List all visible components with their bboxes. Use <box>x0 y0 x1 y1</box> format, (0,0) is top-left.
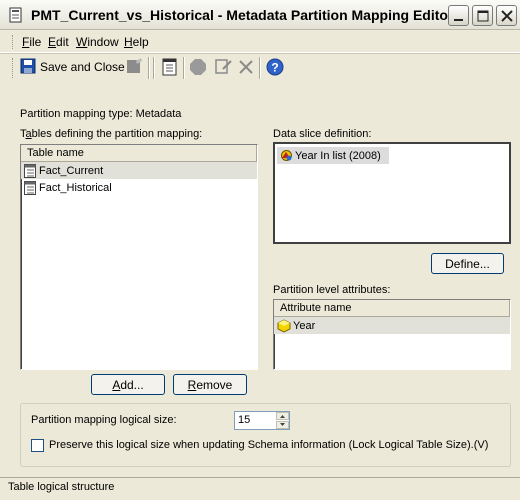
spinner-down-button[interactable] <box>276 421 289 429</box>
toolbar-separator <box>148 57 150 79</box>
minimize-button[interactable] <box>448 5 469 26</box>
table-icon <box>24 163 36 178</box>
logical-size-value[interactable]: 15 <box>238 414 250 426</box>
partition-mapping-type-label: Partition mapping type: Metadata <box>20 108 182 120</box>
maximize-button[interactable] <box>472 5 493 26</box>
list-item[interactable]: Fact_Current <box>21 162 257 179</box>
editor-window-icon <box>9 7 22 23</box>
maximize-icon <box>477 10 489 22</box>
properties-icon[interactable] <box>160 57 180 77</box>
tables-label: Tables defining the partition mapping: <box>20 128 203 140</box>
stop-icon[interactable] <box>188 57 208 77</box>
menu-grip[interactable] <box>12 35 15 49</box>
toolbar-separator <box>153 57 155 79</box>
menu-window[interactable]: Window <box>76 35 119 49</box>
preserve-size-checkbox[interactable] <box>31 439 44 452</box>
modify-icon[interactable] <box>214 57 234 77</box>
data-slice-label: Data slice definition: <box>273 128 372 140</box>
close-icon <box>501 10 513 22</box>
filter-icon <box>281 150 292 161</box>
define-button[interactable]: Define... <box>431 253 504 274</box>
edit-disabled-icon[interactable] <box>124 57 144 77</box>
attributes-label: Partition level attributes: <box>273 284 391 296</box>
remove-button[interactable]: Remove <box>173 374 247 395</box>
save-icon <box>20 58 36 74</box>
svg-text:?: ? <box>271 61 278 75</box>
preserve-size-label[interactable]: Preserve this logical size when updating… <box>49 439 488 451</box>
data-slice-box[interactable]: Year In list (2008) <box>273 142 511 244</box>
attribute-name-column-header[interactable]: Attribute name <box>274 300 510 317</box>
logical-size-label: Partition mapping logical size: <box>31 414 177 426</box>
chevron-down-icon <box>280 423 285 426</box>
data-slice-item[interactable]: Year In list (2008) <box>277 147 389 164</box>
window-title: PMT_Current_vs_Historical - Metadata Par… <box>31 7 454 23</box>
spinner-up-button[interactable] <box>276 412 289 420</box>
toolbar-separator <box>183 57 185 79</box>
tables-list[interactable]: Table name Fact_Current Fact_Historical <box>20 144 258 370</box>
add-button[interactable]: Add... <box>91 374 165 395</box>
table-icon <box>24 180 36 195</box>
close-button[interactable] <box>496 5 517 26</box>
list-item[interactable]: Fact_Historical <box>21 179 257 196</box>
help-icon[interactable]: ? <box>265 57 285 77</box>
attribute-icon <box>277 318 291 333</box>
table-name-column-header[interactable]: Table name <box>21 145 257 162</box>
menu-edit[interactable]: Edit <box>48 35 69 49</box>
toolbar-grip[interactable] <box>12 58 15 78</box>
attributes-list[interactable]: Attribute name Year <box>273 299 511 370</box>
delete-icon[interactable] <box>236 57 256 77</box>
status-text: Table logical structure <box>8 481 115 493</box>
save-and-close-button[interactable]: Save and Close <box>40 60 125 74</box>
menu-help[interactable]: Help <box>124 35 149 49</box>
list-item[interactable]: Year <box>274 317 510 334</box>
minimize-icon <box>454 19 463 21</box>
chevron-up-icon <box>280 415 285 418</box>
toolbar-separator <box>259 57 261 79</box>
menu-file[interactable]: File <box>22 35 41 49</box>
